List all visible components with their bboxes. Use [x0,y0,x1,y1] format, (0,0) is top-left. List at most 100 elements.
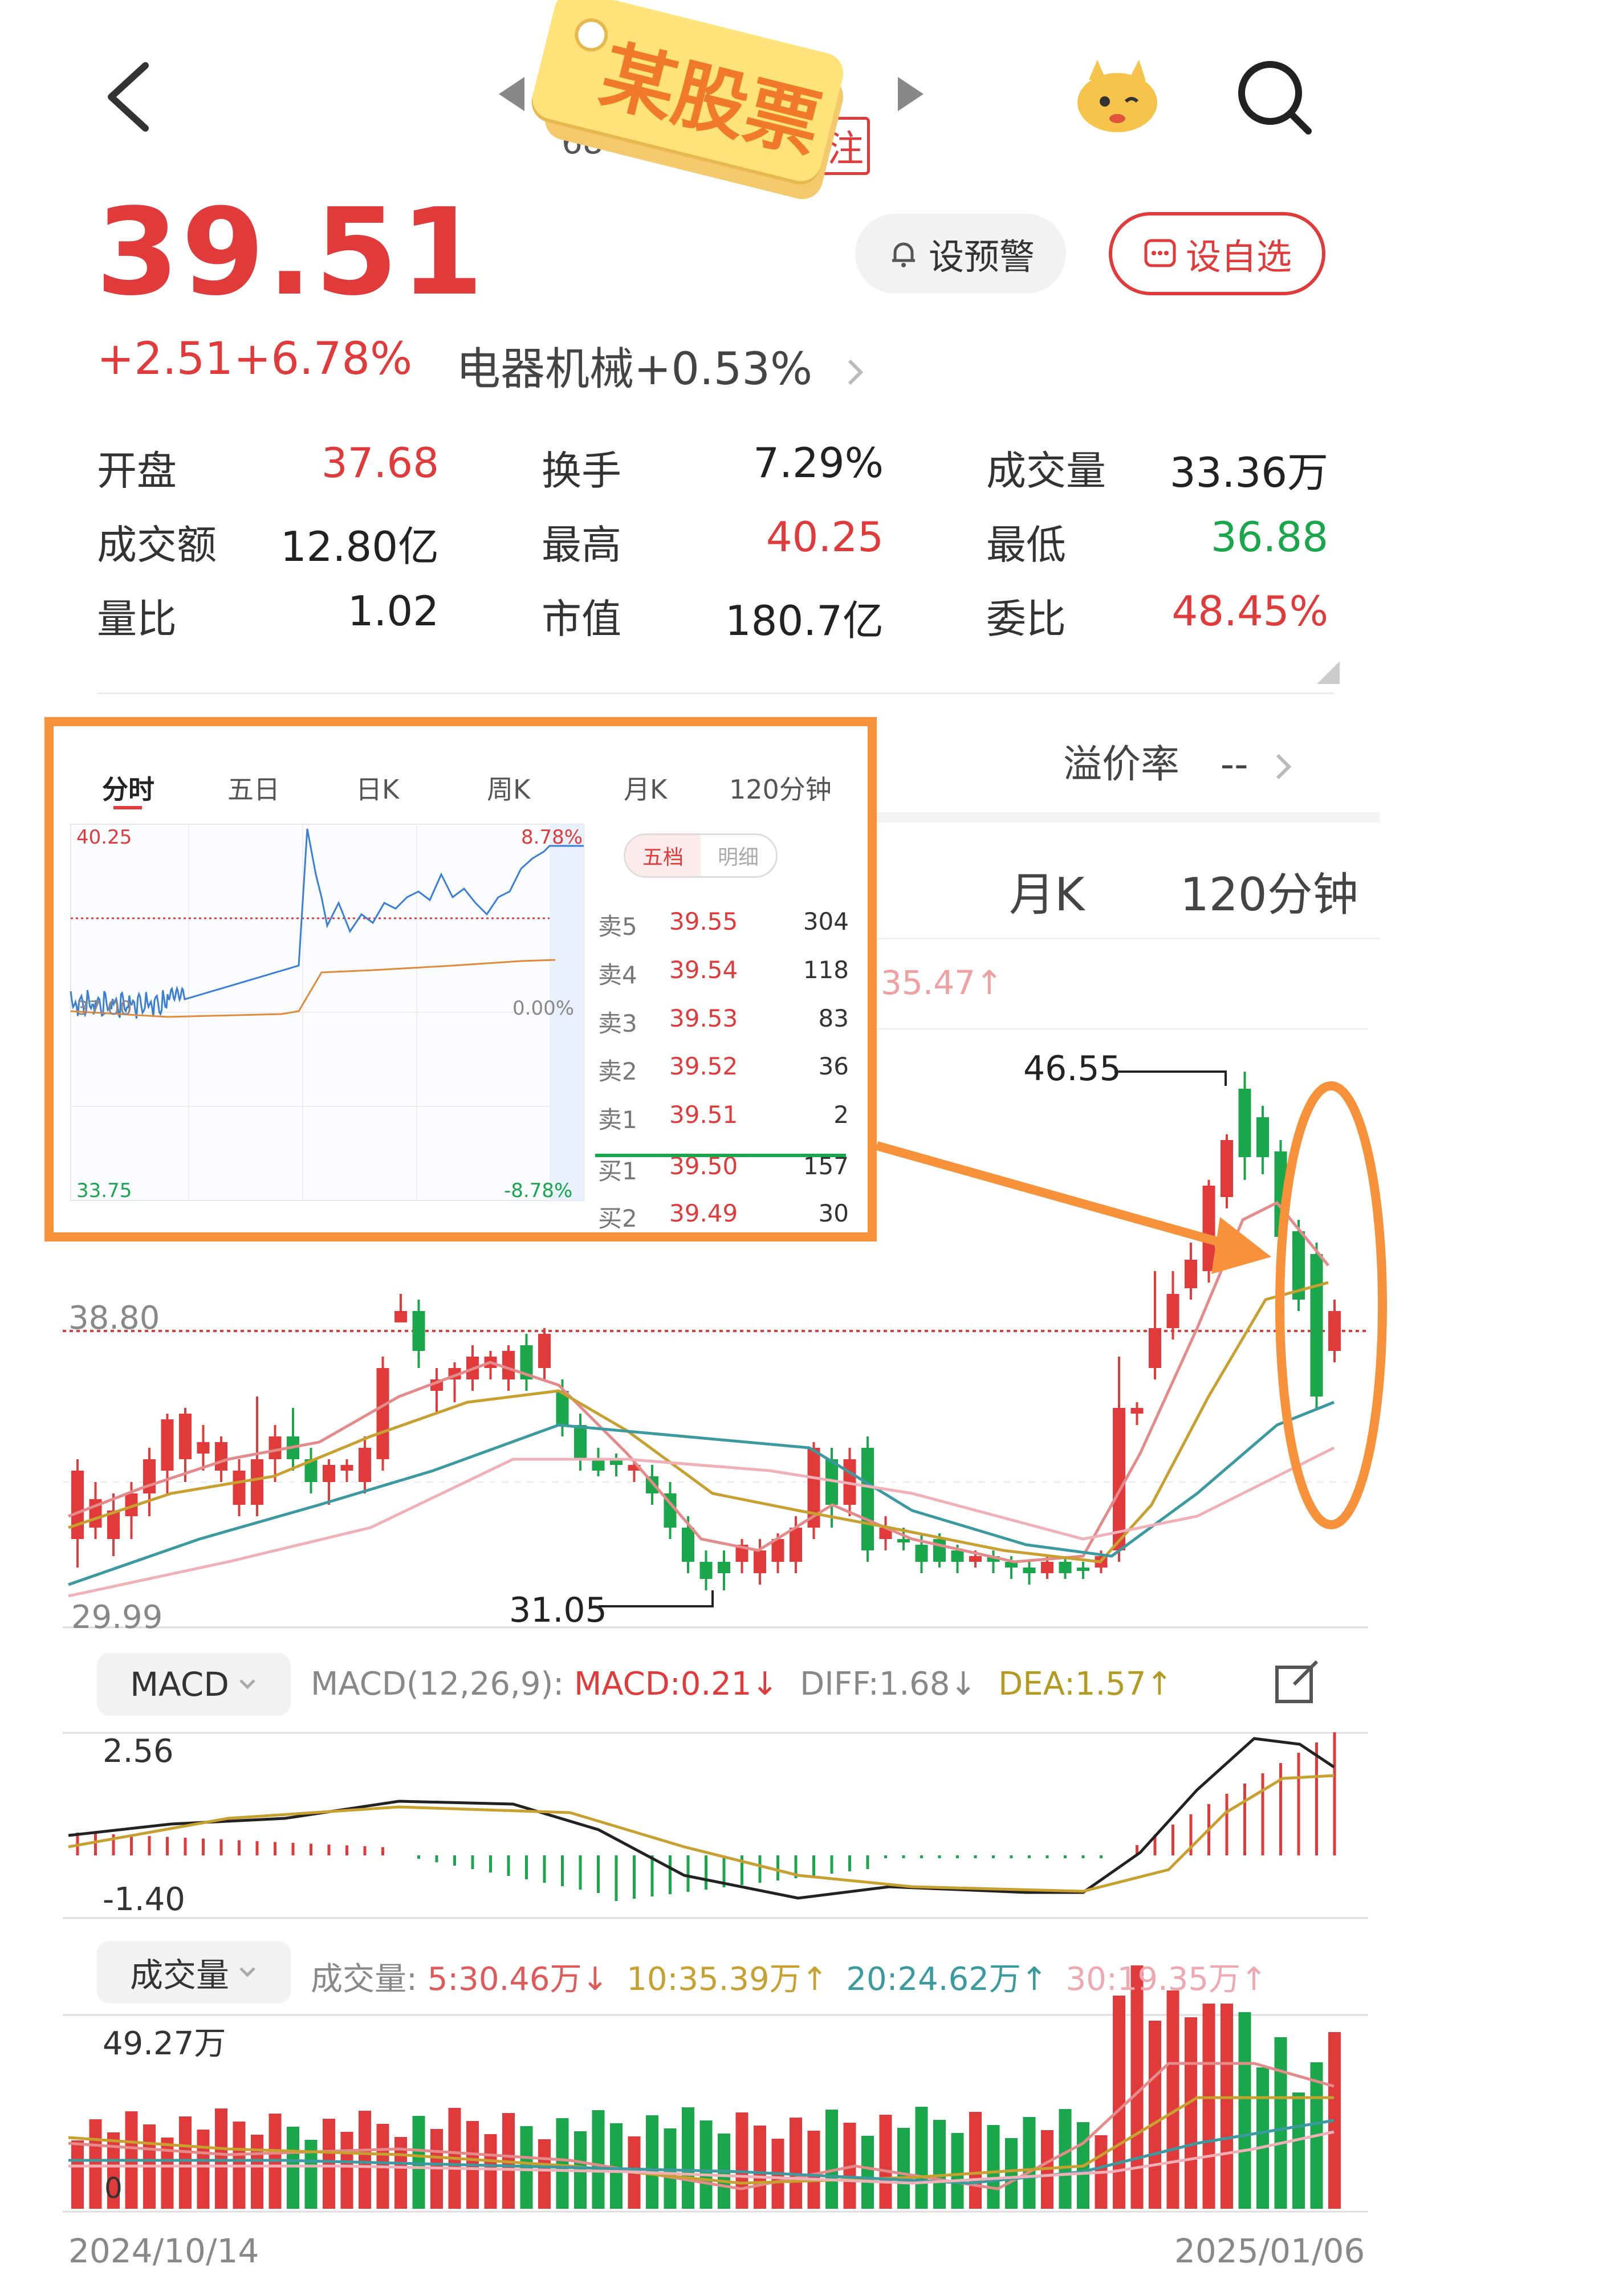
ob-volume: 118 [803,956,849,984]
volume-bar [987,2125,1000,2209]
candle-body [1328,1311,1341,1351]
order-book-row: 卖1 39.51 2 [598,1101,849,1135]
order-book-row: 卖4 39.54 118 [598,956,849,990]
edit-icon [1275,1660,1319,1703]
ob-label: 买2 [598,1204,637,1232]
candle-body [1077,1568,1089,1571]
order-book-row: 买1 39.50 157 [598,1152,849,1186]
volume-bar [699,2120,713,2209]
candle-body [790,1528,802,1562]
candle-body [1113,1408,1125,1550]
candle-body [1238,1089,1251,1157]
volume-bar [933,2120,946,2209]
macd-selector-label: MACD [130,1665,229,1704]
candle-body [1185,1260,1197,1288]
candle-body [592,1459,605,1471]
candle-body [179,1414,192,1459]
volume-bar [951,2133,964,2209]
vol-ma10: 10:35.39万 [627,1961,802,1998]
candle-body [699,1562,713,1579]
candle-body [1274,1151,1287,1237]
volume-bar [1292,2093,1305,2209]
dea-line [68,1774,1335,1893]
volume-bar [484,2134,497,2209]
vol-ma5: 5:30.46万 [427,1961,582,1998]
order-book-row: 卖5 39.55 304 [598,907,849,942]
volume-bar [1005,2138,1018,2209]
intraday-inset: 分时 五日 日K 周K 月K 120分钟 40.25 37.00 33.75 8… [44,717,877,1241]
ob-volume: 2 [833,1101,849,1129]
volume-selector[interactable]: 成交量 [97,1941,291,2004]
volume-bar [1202,2004,1215,2209]
macd-edit-button[interactable] [1271,1656,1323,1707]
volume-bar [1023,2117,1036,2209]
candle-body [574,1425,587,1459]
volume-y-top: 49.27万 [103,2025,226,2062]
candle-body [323,1465,335,1482]
candle-body [933,1539,946,1562]
candle-body [969,1556,982,1562]
volume-bar [1274,2037,1287,2209]
dea-value: DEA:1.57 [998,1666,1146,1703]
candle-body [197,1442,210,1454]
ob-volume: 36 [818,1052,849,1080]
chevron-down-icon [239,1679,255,1690]
volume-bar [197,2130,210,2209]
macd-readout: MACD(12,26,9): MACD:0.21↓ DIFF:1.68↓ DEA… [311,1666,1173,1703]
macd-params: MACD(12,26,9): [311,1666,564,1703]
candle-body [376,1368,389,1459]
date-start: 2024/10/14 [68,2232,259,2270]
ob-price: 39.54 [669,956,738,984]
candle-body [215,1442,227,1471]
volume-selector-label: 成交量 [129,1956,229,1994]
candle-body [718,1562,730,1573]
candle-body [502,1351,515,1379]
order-book-row: 卖3 39.53 83 [598,1004,849,1039]
orderbook-tab-detail[interactable]: 明细 [701,835,776,876]
volume-bar [1221,2004,1233,2209]
volume-bar [682,2107,694,2209]
volume-readout: 成交量: 5:30.46万↓ 10:35.39万↑ 20:24.62万↑ 30:… [311,1961,1267,1998]
volume-bar [1256,2067,1269,2209]
candle-body [251,1459,263,1505]
candle-body [412,1311,425,1351]
volume-bar [754,2126,766,2209]
date-end: 2025/01/06 [1174,2232,1365,2270]
candle-body [1310,1254,1323,1397]
volume-y-bottom: 0 [104,2172,123,2205]
candle-body [951,1550,964,1562]
low-pointer [599,1590,714,1607]
volume-bar [879,2115,892,2209]
diff-value: DIFF:1.68 [800,1666,950,1703]
macd-selector[interactable]: MACD [97,1653,291,1716]
macd-y-bottom: -1.40 [103,1881,185,1918]
vol-ma30: 30:19.35万 [1065,1961,1241,1998]
candle-body [359,1448,371,1482]
inset-pct-mid: 0.00% [512,997,575,1020]
candle-body [1202,1186,1215,1271]
volume-bar [1149,2021,1161,2209]
y-axis-bottom-label: 29.99 [71,1599,163,1636]
volume-bar [340,2132,353,2209]
volume-bar [861,2136,874,2209]
candle-body [161,1419,174,1471]
candle-body [897,1539,910,1542]
ob-price: 39.55 [669,907,738,935]
candle-body [915,1545,928,1562]
orderbook-tab-5level[interactable]: 五档 [625,835,701,876]
ob-label: 买1 [598,1157,637,1185]
candle-body [233,1471,246,1505]
candle-body [861,1448,874,1550]
orderbook-divider [595,1154,846,1157]
candle-body [71,1471,84,1539]
ob-volume: 30 [818,1199,849,1227]
candle-body [1166,1294,1179,1328]
volume-bar [915,2107,928,2209]
ob-price: 39.51 [669,1101,738,1129]
inset-price-bottom: 33.75 [76,1179,132,1202]
ob-price: 39.53 [669,1004,738,1032]
ob-price: 39.49 [669,1199,738,1227]
volume-prefix: 成交量: [311,1961,417,1998]
order-book-row: 买2 39.49 30 [598,1199,849,1234]
macd-y-top: 2.56 [103,1733,174,1770]
